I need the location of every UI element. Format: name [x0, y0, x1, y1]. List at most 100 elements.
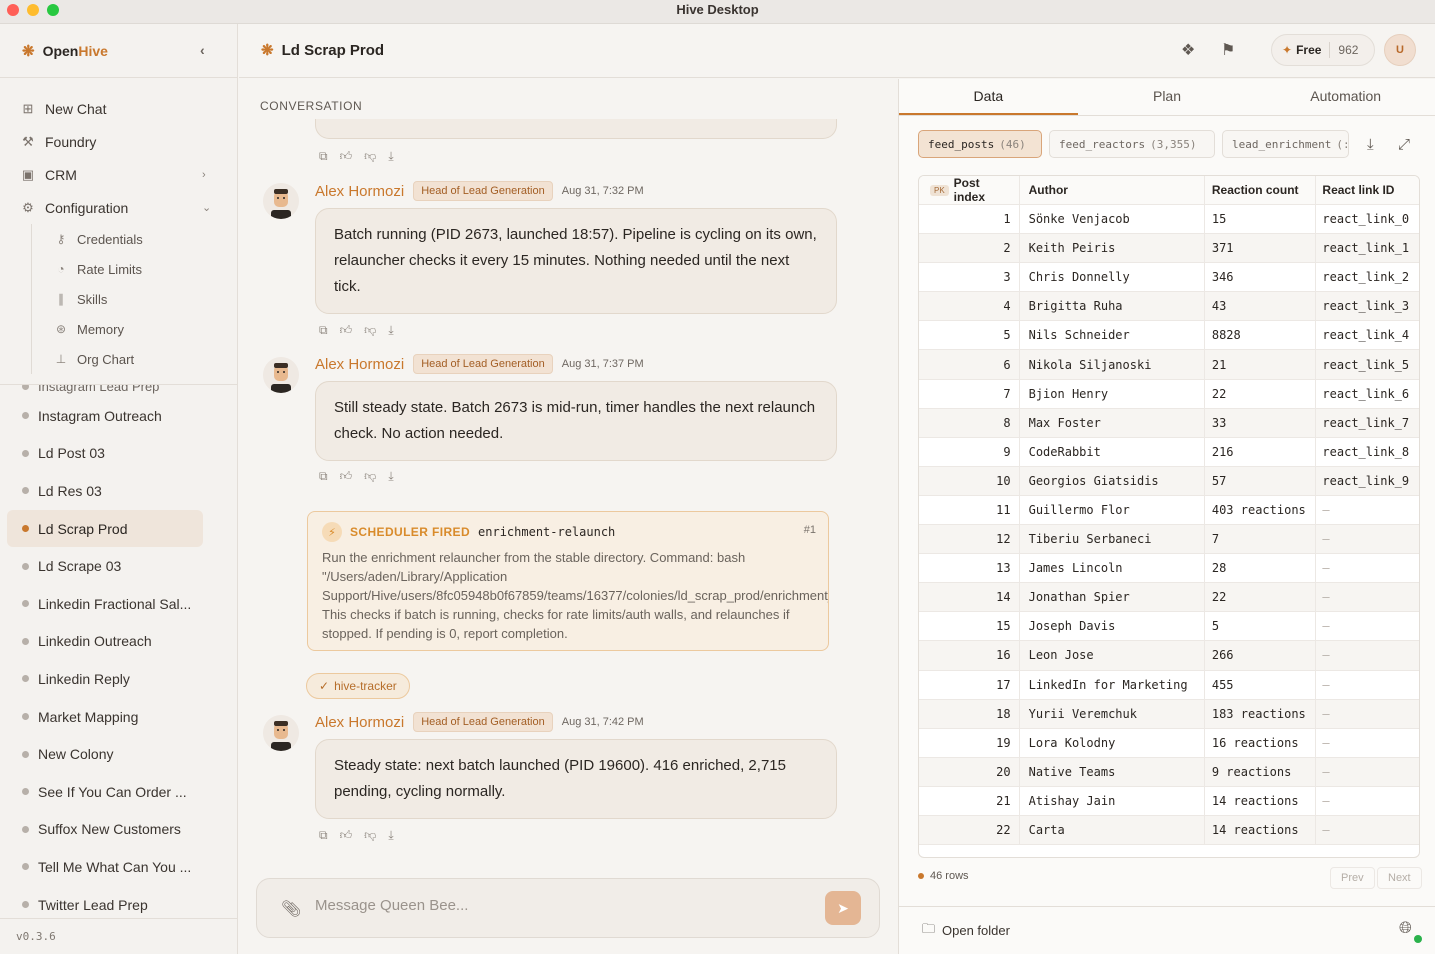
thumbs-up-icon[interactable]: 👍︎: [340, 469, 353, 484]
dataset-tab-lead-enrichment[interactable]: lead_enrichment (:: [1222, 130, 1349, 158]
plan-badge[interactable]: ✦ Free 962: [1271, 34, 1375, 66]
colony-item[interactable]: Instagram Lead Prep: [0, 385, 237, 397]
config-org-chart[interactable]: ⊥ Org Chart: [32, 344, 237, 374]
colony-item[interactable]: Ld Scrape 03: [0, 547, 237, 585]
copy-icon[interactable]: ⧉: [319, 149, 328, 164]
row-count-label: 46 rows: [930, 870, 969, 882]
table-row[interactable]: 21 Atishay Jain 14 reactions —: [919, 786, 1419, 816]
collapse-sidebar-icon[interactable]: ‹: [200, 42, 205, 58]
config-label: Credentials: [77, 231, 143, 247]
colony-item[interactable]: Linkedin Fractional Sal...: [0, 585, 237, 623]
download-icon[interactable]: ⤓: [388, 149, 393, 164]
thumbs-up-icon[interactable]: 👍︎: [340, 149, 353, 164]
thumbs-down-icon[interactable]: 👎︎: [364, 149, 376, 164]
table-row[interactable]: 22 Carta 14 reactions —: [919, 815, 1419, 846]
col-author[interactable]: Author: [1018, 176, 1204, 204]
table-row[interactable]: 13 James Lincoln 28—: [919, 554, 1419, 584]
download-icon[interactable]: ⤓: [388, 469, 393, 484]
table-row[interactable]: 5 Nils Schneider 8828 react_link_4: [919, 321, 1419, 351]
table-row[interactable]: 3 Chris Donnelly 346 react_link_2: [919, 263, 1419, 293]
zoom-window-button[interactable]: [47, 4, 59, 16]
table-row[interactable]: 14 Jonathan Spier 22—: [919, 583, 1419, 613]
thumbs-up-icon[interactable]: 👍︎: [340, 828, 353, 843]
copy-icon[interactable]: ⧉: [319, 828, 328, 843]
config-credentials[interactable]: ⚷ Credentials: [32, 224, 237, 254]
flag-icon[interactable]: ⚑: [1221, 40, 1235, 60]
open-folder-button[interactable]: 🗀 Open folder: [899, 906, 1435, 954]
table-row[interactable]: 8 Max Foster 33 react_link_7: [919, 408, 1419, 438]
colony-item[interactable]: Twitter Lead Prep: [0, 886, 237, 920]
table-row[interactable]: 12 Tiberiu Serbaneci 7—: [919, 525, 1419, 555]
tab-automation[interactable]: Automation: [1256, 79, 1435, 115]
thumbs-down-icon[interactable]: 👎︎: [364, 323, 376, 338]
minimize-window-button[interactable]: [27, 4, 39, 16]
nav-new-chat[interactable]: ⊞ New Chat: [0, 92, 237, 125]
copy-icon[interactable]: ⧉: [319, 469, 328, 484]
download-icon[interactable]: ⤓: [388, 828, 393, 843]
tab-data[interactable]: Data: [899, 79, 1078, 115]
globe-icon[interactable]: 🌐︎: [1399, 920, 1412, 938]
close-window-button[interactable]: [7, 4, 19, 16]
table-row[interactable]: 17 LinkedIn for Marketing 455—: [919, 670, 1419, 700]
table-row[interactable]: 19 Lora Kolodny 16 reactions —: [919, 728, 1419, 758]
user-avatar[interactable]: U: [1384, 34, 1416, 66]
config-rate-limits[interactable]: ◔ Rate Limits: [32, 254, 237, 284]
colony-item[interactable]: Tell Me What Can You ...: [0, 848, 237, 886]
next-page-button[interactable]: Next: [1377, 867, 1422, 889]
message-header: Alex Hormozi Head of Lead Generation Aug…: [315, 181, 644, 201]
colony-item[interactable]: Instagram Outreach: [0, 397, 237, 435]
col-react-link-id[interactable]: React link ID: [1315, 176, 1419, 204]
table-row[interactable]: 4 Brigitta Ruha 43 react_link_3: [919, 292, 1419, 322]
config-skills[interactable]: ∥ Skills: [32, 284, 237, 314]
colony-item[interactable]: Linkedin Reply: [0, 660, 237, 698]
table-row[interactable]: 15 Joseph Davis 5—: [919, 612, 1419, 642]
copy-icon[interactable]: ⧉: [319, 323, 328, 338]
thumbs-up-icon[interactable]: 👍︎: [340, 323, 353, 338]
dataset-tab-feed-reactors[interactable]: feed_reactors (3,355): [1049, 130, 1215, 158]
window-controls[interactable]: [7, 4, 59, 16]
table-row[interactable]: 11 Guillermo Flor 403 reactions —: [919, 495, 1419, 526]
table-row[interactable]: 18 Yurii Veremchuk 183 reactions —: [919, 699, 1419, 729]
colony-item[interactable]: Ld Res 03: [0, 472, 237, 510]
table-row[interactable]: 20 Native Teams 9 reactions —: [919, 757, 1419, 787]
table-row[interactable]: 16 Leon Jose 266—: [919, 641, 1419, 671]
send-button[interactable]: ➤: [825, 891, 861, 925]
thumbs-down-icon[interactable]: 👎︎: [364, 469, 376, 484]
dataset-tab-feed-posts[interactable]: feed_posts (46): [918, 130, 1042, 158]
colony-item[interactable]: New Colony: [0, 735, 237, 773]
colony-item[interactable]: See If You Can Order ...: [0, 773, 237, 811]
tab-plan[interactable]: Plan: [1078, 79, 1257, 115]
table-row[interactable]: 2 Keith Peiris 371 react_link_1: [919, 234, 1419, 264]
download-icon[interactable]: ⤓: [388, 323, 393, 338]
message-header: Alex Hormozi Head of Lead Generation Aug…: [315, 712, 644, 732]
download-icon[interactable]: ⤓: [1367, 136, 1374, 153]
table-row[interactable]: 1 Sönke Venjacob 15 react_link_0: [919, 205, 1419, 235]
table-row[interactable]: 7 Bjion Henry 22 react_link_6: [919, 379, 1419, 409]
table-row[interactable]: 10 Georgios Giatsidis 57 react_link_9: [919, 466, 1419, 496]
status-dot: [22, 385, 29, 390]
colony-item[interactable]: Ld Post 03: [0, 435, 237, 473]
colony-item-active[interactable]: Ld Scrap Prod: [7, 509, 203, 548]
prev-page-button[interactable]: Prev: [1330, 867, 1375, 889]
nav-foundry[interactable]: ⚒ Foundry: [0, 125, 237, 158]
tracker-chip[interactable]: ✓ hive-tracker: [306, 673, 410, 699]
configuration-submenu: ⚷ Credentials ◔ Rate Limits ∥ Skills ⊛ Memor…: [31, 224, 237, 374]
dataset-name: feed_posts: [928, 137, 995, 151]
thumbs-down-icon[interactable]: 👎︎: [364, 828, 376, 843]
table-row[interactable]: 9 CodeRabbit 216 react_link_8: [919, 437, 1419, 467]
table-row[interactable]: 6 Nikola Siljanoski 21 react_link_5: [919, 350, 1419, 380]
config-memory[interactable]: ⊛ Memory: [32, 314, 237, 344]
colony-list[interactable]: Instagram Lead Prep Instagram Outreach L…: [0, 384, 237, 920]
data-table: PK Post index Author Reaction count React…: [918, 175, 1420, 858]
paperclip-icon[interactable]: 📎︎: [281, 899, 301, 919]
colony-item[interactable]: Suffox New Customers: [0, 811, 237, 849]
expand-icon[interactable]: ⤢: [1398, 136, 1410, 153]
col-reaction-count[interactable]: Reaction count: [1203, 176, 1316, 204]
colony-item[interactable]: Linkedin Outreach: [0, 623, 237, 661]
col-post-index[interactable]: PK Post index: [919, 176, 1019, 204]
nav-configuration[interactable]: ⚙ Configuration ⌄: [0, 191, 237, 224]
colony-item[interactable]: Market Mapping: [0, 698, 237, 736]
nav-crm[interactable]: ▣ CRM ›: [0, 158, 237, 191]
message-input[interactable]: [315, 897, 795, 914]
network-icon[interactable]: ❖: [1181, 40, 1195, 60]
